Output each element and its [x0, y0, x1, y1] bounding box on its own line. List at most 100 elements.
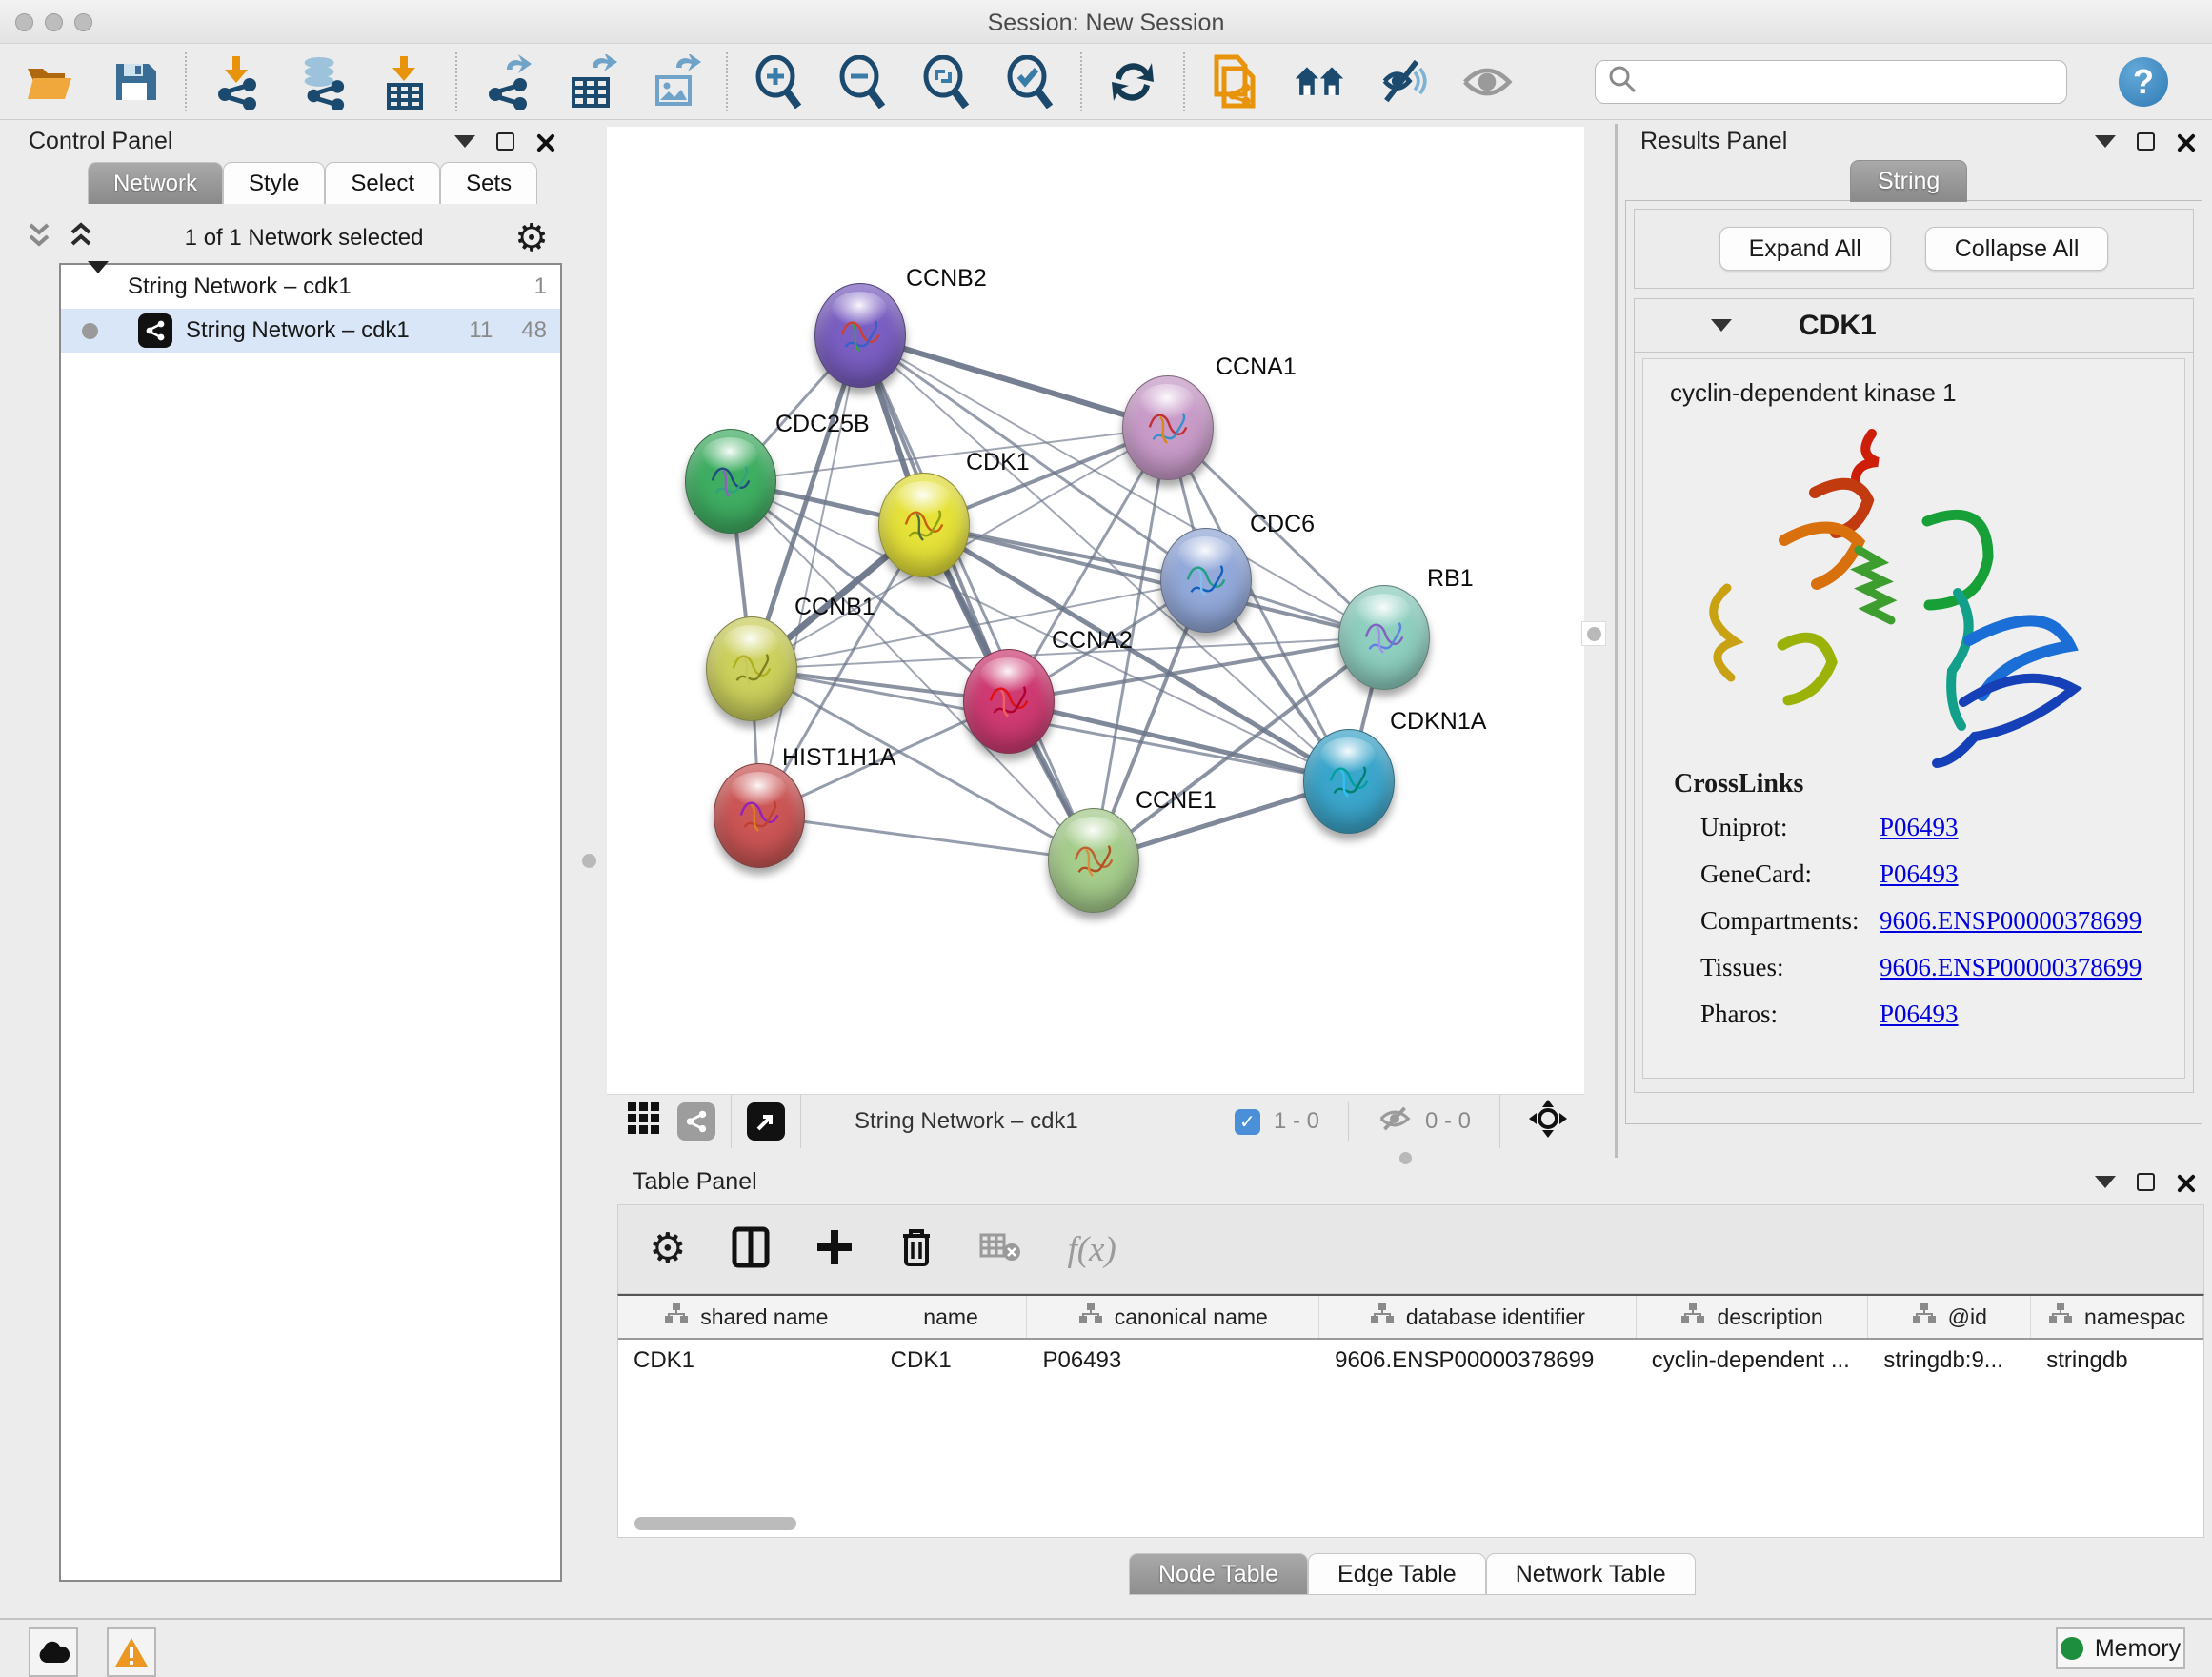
table-panel-close-icon[interactable]: [2176, 1173, 2195, 1192]
add-column-icon[interactable]: [815, 1228, 854, 1271]
crosslink-link[interactable]: P06493: [1880, 1000, 1959, 1029]
cell-name[interactable]: CDK1: [875, 1347, 1028, 1374]
edge-CCNB2-CCNA1[interactable]: [860, 335, 1168, 428]
delete-table-icon[interactable]: [979, 1231, 1021, 1268]
show-columns-icon[interactable]: [732, 1226, 770, 1273]
function-builder-icon[interactable]: f(x): [1067, 1229, 1116, 1270]
tab-network-table[interactable]: Network Table: [1486, 1553, 1696, 1595]
cell-description[interactable]: cyclin-dependent ...: [1637, 1347, 1869, 1374]
import-network-file-icon[interactable]: [211, 54, 263, 110]
string-home-icon[interactable]: [1294, 54, 1345, 110]
column-header-namespac[interactable]: namespac: [2031, 1296, 2203, 1338]
node-CCNB2[interactable]: [814, 283, 906, 388]
cdk1-collapse-icon[interactable]: [1711, 319, 1732, 332]
left-splitter-handle[interactable]: [582, 854, 596, 868]
column-header-canonical-name[interactable]: canonical name: [1027, 1296, 1319, 1338]
show-eye-icon[interactable]: [1461, 54, 1513, 110]
node-RB1[interactable]: [1338, 585, 1430, 690]
tab-style[interactable]: Style: [223, 162, 325, 204]
node-CDC6[interactable]: [1160, 528, 1252, 633]
tab-sets[interactable]: Sets: [440, 162, 537, 204]
open-session-icon[interactable]: [25, 54, 76, 110]
bottom-splitter-handle[interactable]: [1399, 1152, 1412, 1164]
tab-select[interactable]: Select: [325, 162, 440, 204]
node-CCNA1[interactable]: [1122, 375, 1214, 480]
column-header-description[interactable]: description: [1637, 1296, 1869, 1338]
crosslink-link[interactable]: 9606.ENSP00000378699: [1880, 953, 2142, 982]
table-hscrollbar[interactable]: [634, 1517, 796, 1530]
table-panel-menu-icon[interactable]: [2095, 1176, 2116, 1188]
collapse-all-chevron-icon[interactable]: [27, 221, 51, 256]
cell-database-identifier[interactable]: 9606.ENSP00000378699: [1319, 1347, 1637, 1374]
network-row-selected[interactable]: String Network – cdk1 11 48: [61, 309, 560, 353]
right-splitter-handle[interactable]: [1581, 621, 1606, 646]
node-HIST1H1A[interactable]: [714, 763, 805, 868]
tab-string[interactable]: String: [1850, 160, 1967, 202]
crosslink-link[interactable]: 9606.ENSP00000378699: [1880, 906, 2142, 936]
help-button[interactable]: ?: [2119, 57, 2168, 107]
column-header-shared-name[interactable]: shared name: [618, 1296, 875, 1338]
network-canvas[interactable]: CCNB2CCNA1CDC25BCDK1CDC6RB1CCNB1CCNA2CDK…: [607, 127, 1584, 1094]
hidden-eye-icon[interactable]: [1377, 1105, 1412, 1139]
expand-all-button[interactable]: Expand All: [1719, 227, 1891, 271]
node-CCNB1[interactable]: [706, 616, 797, 721]
cell--id[interactable]: stringdb:9...: [1868, 1347, 2031, 1374]
results-panel-menu-icon[interactable]: [2095, 135, 2116, 148]
results-panel-float-icon[interactable]: [2137, 132, 2155, 151]
node-CDKN1A[interactable]: [1303, 729, 1395, 834]
export-network-icon[interactable]: [482, 54, 533, 110]
tab-node-table[interactable]: Node Table: [1129, 1553, 1308, 1595]
tab-edge-table[interactable]: Edge Table: [1308, 1553, 1486, 1595]
column-header--id[interactable]: @id: [1868, 1296, 2031, 1338]
edge-CCNA2-CDKN1A[interactable]: [1009, 701, 1349, 781]
column-header-database-identifier[interactable]: database identifier: [1319, 1296, 1637, 1338]
cell-canonical-name[interactable]: P06493: [1027, 1347, 1319, 1374]
table-options-gear-icon[interactable]: ⚙: [649, 1228, 686, 1270]
export-image-icon[interactable]: [650, 54, 701, 110]
crosslink-link[interactable]: P06493: [1880, 813, 1959, 842]
edge-HIST1H1A-CCNE1[interactable]: [759, 816, 1094, 860]
zoom-selected-icon[interactable]: [1004, 54, 1056, 110]
cell-shared-name[interactable]: CDK1: [618, 1347, 875, 1374]
export-table-icon[interactable]: [566, 54, 617, 110]
search-input[interactable]: [1595, 60, 2067, 104]
crosslink-link[interactable]: P06493: [1880, 859, 1959, 889]
cloud-button[interactable]: [29, 1627, 78, 1677]
save-session-icon[interactable]: [109, 54, 160, 110]
warning-button[interactable]: [107, 1627, 156, 1677]
expand-all-chevron-icon[interactable]: [69, 221, 93, 256]
import-table-file-icon[interactable]: [379, 54, 431, 110]
network-options-gear-icon[interactable]: ⚙: [514, 219, 549, 257]
table-panel-float-icon[interactable]: [2137, 1173, 2155, 1191]
open-in-window-icon[interactable]: [747, 1102, 785, 1141]
column-header-name[interactable]: name: [875, 1296, 1028, 1338]
table-row[interactable]: CDK1CDK1P064939606.ENSP00000378699cyclin…: [618, 1340, 2203, 1382]
birdseye-grid-icon[interactable]: [626, 1101, 662, 1143]
string-documents-icon[interactable]: [1210, 54, 1261, 110]
cell-namespac[interactable]: stringdb: [2031, 1347, 2203, 1374]
control-panel-menu-icon[interactable]: [454, 135, 475, 148]
zoom-out-icon[interactable]: [836, 54, 888, 110]
control-panel-close-icon[interactable]: [535, 132, 554, 152]
pan-crosshair-icon[interactable]: [1529, 1100, 1567, 1144]
import-network-database-icon[interactable]: [295, 54, 347, 110]
results-panel-close-icon[interactable]: [2176, 132, 2195, 152]
delete-column-icon[interactable]: [899, 1226, 934, 1273]
edge-CCNB2-CCNE1[interactable]: [860, 335, 1094, 860]
node-CCNA2[interactable]: [963, 649, 1055, 754]
collapse-all-button[interactable]: Collapse All: [1925, 227, 2109, 271]
tab-network[interactable]: Network: [88, 162, 223, 204]
refresh-icon[interactable]: [1107, 54, 1158, 110]
zoom-in-icon[interactable]: [753, 54, 804, 110]
selected-checkbox-icon[interactable]: ✓: [1235, 1109, 1260, 1135]
string-share-icon[interactable]: [677, 1102, 715, 1141]
network-collection-row[interactable]: String Network – cdk1 1: [61, 265, 560, 309]
control-panel-float-icon[interactable]: [496, 132, 514, 151]
node-CDC25B[interactable]: [685, 429, 776, 534]
node-CCNE1[interactable]: [1048, 808, 1139, 913]
node-table[interactable]: shared namenamecanonical namedatabase id…: [617, 1294, 2204, 1538]
node-CDK1[interactable]: [878, 473, 970, 577]
zoom-fit-icon[interactable]: [920, 54, 972, 110]
memory-button[interactable]: Memory: [2056, 1627, 2185, 1669]
hide-glasses-icon[interactable]: [1377, 54, 1429, 110]
